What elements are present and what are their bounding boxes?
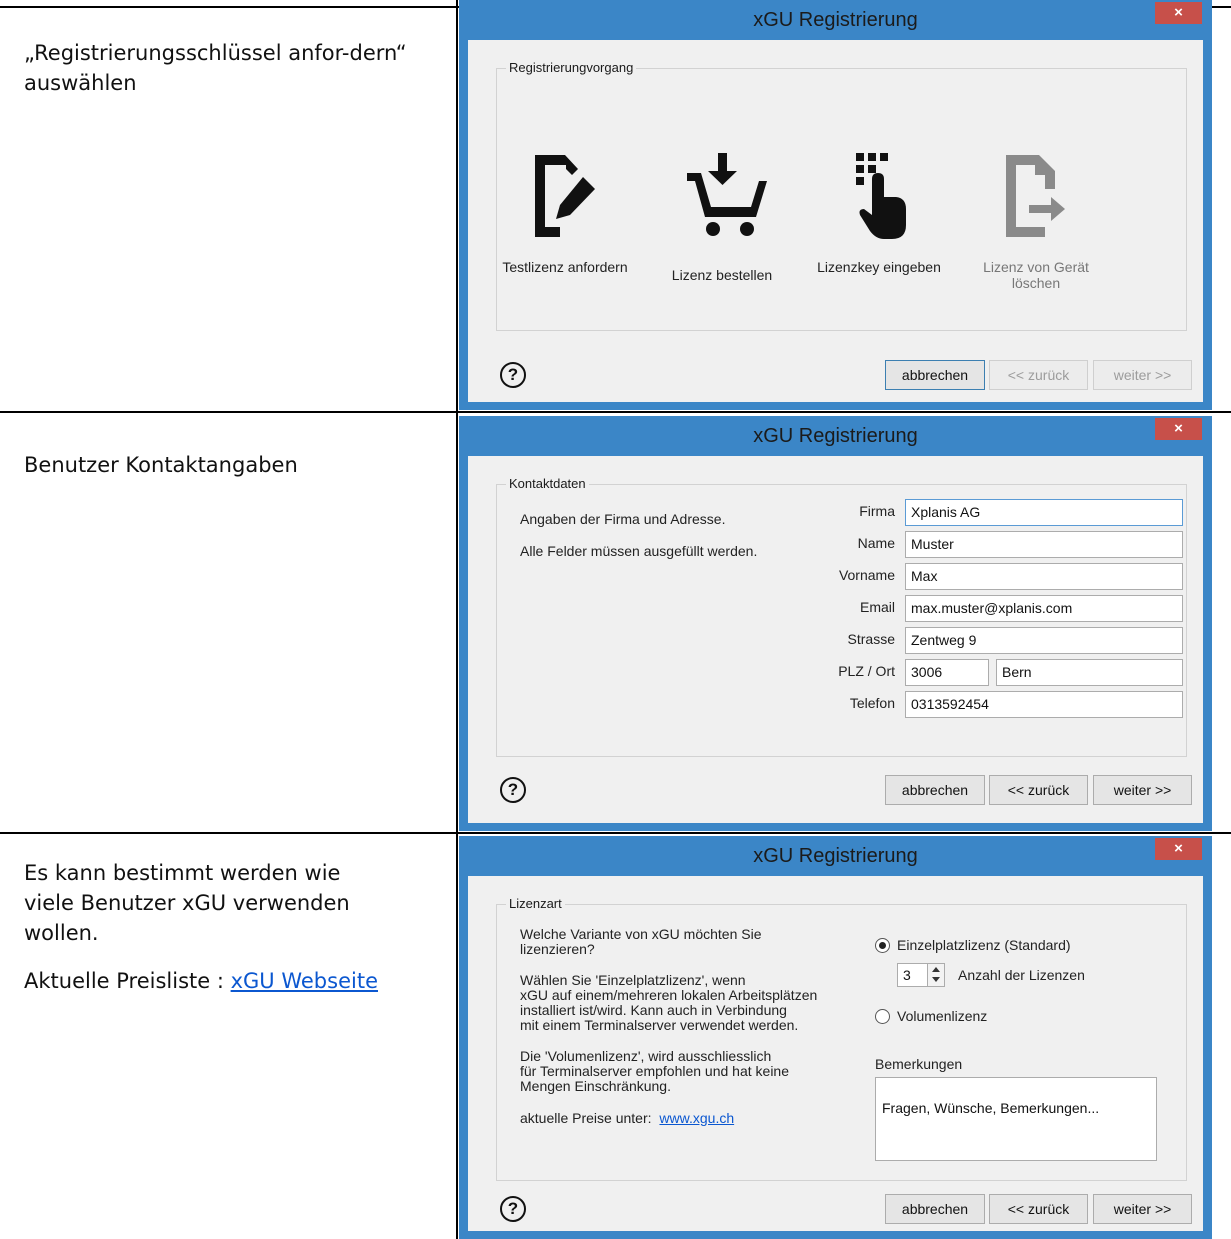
group-title: Lizenzart <box>506 896 565 911</box>
pricelist-line: Aktuelle Preisliste : xGU Webseite <box>24 966 434 996</box>
remarks-label: Bemerkungen <box>875 1056 963 1072</box>
firma-label: Firma <box>859 503 895 519</box>
table-row-divider <box>0 832 1231 834</box>
group-license-type: Lizenzart Welche Variante von xGU möchte… <box>496 896 1187 1181</box>
keypad-touch-icon <box>856 153 906 239</box>
help-icon[interactable]: ? <box>500 1196 526 1222</box>
tile-enter-license-key[interactable]: Lizenzkey eingeben <box>804 149 954 275</box>
registration-window-2: xGU Registrierung × Kontaktdaten Angaben… <box>459 416 1212 831</box>
vorname-label: Vorname <box>838 567 895 583</box>
registration-window-1: xGU Registrierung × Registrierungvorgang… <box>459 0 1212 410</box>
back-button[interactable]: << zurück <box>989 775 1088 805</box>
telefon-label: Telefon <box>849 695 895 711</box>
prices-link[interactable]: www.xgu.ch <box>659 1110 734 1126</box>
window-client: Registrierungvorgang Testlizenz anforder… <box>468 40 1203 402</box>
back-button[interactable]: << zurück <box>989 360 1088 390</box>
prices-line: aktuelle Preise unter: www.xgu.ch <box>520 1111 734 1126</box>
next-button[interactable]: weiter >> <box>1093 775 1192 805</box>
tile-remove-license[interactable]: Lizenz von Gerät löschen <box>961 149 1111 291</box>
description-text: „Registrierungsschlüssel anfor-dern“ aus… <box>24 41 407 95</box>
close-button[interactable]: × <box>1155 2 1202 24</box>
tile-label: Lizenzkey eingeben <box>817 259 941 275</box>
window-title: xGU Registrierung <box>753 9 918 31</box>
radio-volume-label[interactable]: Volumenlizenz <box>897 1009 987 1024</box>
window-client: Lizenzart Welche Variante von xGU möchte… <box>468 876 1203 1231</box>
plz-ort-label: PLZ / Ort <box>838 663 895 679</box>
tile-label: Lizenz von Gerät löschen <box>983 259 1089 291</box>
remarks-text: Fragen, Wünsche, Bemerkungen... <box>882 1100 1100 1116</box>
description-text: Benutzer Kontaktangaben <box>24 453 298 477</box>
info-line: installiert ist/wird. Kann auch in Verbi… <box>520 1002 787 1018</box>
radio-volume-license[interactable] <box>875 1009 890 1024</box>
cancel-button[interactable]: abbrechen <box>885 1194 985 1224</box>
table-row-divider <box>0 411 1231 413</box>
close-button[interactable]: × <box>1155 418 1202 440</box>
radio-single-label[interactable]: Einzelplatzlizenz (Standard) <box>897 938 1071 953</box>
spin-down-icon[interactable] <box>932 977 940 982</box>
email-field[interactable]: max.muster@xplanis.com <box>905 595 1183 622</box>
group-title: Registrierungvorgang <box>506 60 637 75</box>
info-line: Die 'Volumenlizenz', wird ausschliesslic… <box>520 1048 772 1064</box>
intro-line: Welche Variante von xGU möchten Sie <box>520 926 762 942</box>
firma-field[interactable]: Xplanis AG <box>905 499 1183 526</box>
pricelist-prefix: Aktuelle Preisliste : <box>24 969 231 993</box>
strasse-field[interactable]: Zentweg 9 <box>905 627 1183 654</box>
table-column-divider <box>456 0 458 1239</box>
help-icon[interactable]: ? <box>500 777 526 803</box>
ort-field[interactable]: Bern <box>996 659 1183 686</box>
tile-label: Lizenz bestellen <box>671 267 773 283</box>
tile-label: Testlizenz anfordern <box>502 259 628 275</box>
prices-prefix: aktuelle Preise unter: <box>520 1110 652 1126</box>
quantity-stepper[interactable]: 3 <box>897 963 945 987</box>
row2-description: Benutzer Kontaktangaben <box>24 450 434 498</box>
remarks-textarea[interactable]: Fragen, Wünsche, Bemerkungen... <box>875 1077 1157 1161</box>
window-title: xGU Registrierung <box>753 845 918 867</box>
back-button[interactable]: << zurück <box>989 1194 1088 1224</box>
window-client: Kontaktdaten Angaben der Firma und Adres… <box>468 456 1203 823</box>
strasse-label: Strasse <box>847 631 895 647</box>
next-button[interactable]: weiter >> <box>1093 1194 1192 1224</box>
quantity-value: 3 <box>903 967 911 983</box>
next-button[interactable]: weiter >> <box>1093 360 1192 390</box>
group-registration-process: Registrierungvorgang Testlizenz anforder… <box>496 60 1187 331</box>
info-line: für Terminalserver empfohlen und hat kei… <box>520 1063 790 1079</box>
info-line: xGU auf einem/mehreren lokalen Arbeitspl… <box>520 987 818 1003</box>
row1-description: „Registrierungsschlüssel anfor-dern“ aus… <box>24 38 434 116</box>
tile-trial-license[interactable]: Testlizenz anfordern <box>490 149 640 275</box>
email-label: Email <box>859 599 895 615</box>
shopping-cart-download-icon <box>687 153 767 236</box>
name-field[interactable]: Muster <box>905 531 1183 558</box>
group-title: Kontaktdaten <box>506 476 589 491</box>
description-text: Es kann bestimmt werden wie viele Benutz… <box>24 861 350 945</box>
spin-buttons[interactable] <box>927 964 944 986</box>
window-title: xGU Registrierung <box>753 425 918 447</box>
info-line: Mengen Einschränkung. <box>520 1078 671 1094</box>
close-button[interactable]: × <box>1155 838 1202 860</box>
intro-text: Angaben der Firma und Adresse. <box>520 511 726 527</box>
cancel-button[interactable]: abbrechen <box>885 360 985 390</box>
pricelist-link[interactable]: xGU Webseite <box>231 969 378 993</box>
plz-field[interactable]: 3006 <box>905 659 989 686</box>
info-line: Wählen Sie 'Einzelplatzlizenz', wenn <box>520 972 746 988</box>
info-line: mit einem Terminalserver verwendet werde… <box>520 1017 799 1033</box>
radio-single-license[interactable] <box>875 938 890 953</box>
registration-window-3: xGU Registrierung × Lizenzart Welche Var… <box>459 836 1212 1239</box>
telefon-field[interactable]: 0313592454 <box>905 691 1183 718</box>
cancel-button[interactable]: abbrechen <box>885 775 985 805</box>
document-edit-icon <box>535 155 595 237</box>
document-export-icon <box>1006 155 1065 237</box>
vorname-field[interactable]: Max <box>905 563 1183 590</box>
tile-order-license[interactable]: Lizenz bestellen <box>647 149 797 283</box>
row3-description: Es kann bestimmt werden wie viele Benutz… <box>24 858 434 1014</box>
quantity-label: Anzahl der Lizenzen <box>958 967 1085 983</box>
spin-up-icon[interactable] <box>932 967 940 972</box>
group-contact-data: Kontaktdaten Angaben der Firma und Adres… <box>496 476 1187 757</box>
name-label: Name <box>857 535 895 551</box>
intro-text: Alle Felder müssen ausgefüllt werden. <box>520 543 758 559</box>
intro-line: lizenzieren? <box>520 941 595 957</box>
help-icon[interactable]: ? <box>500 362 526 388</box>
